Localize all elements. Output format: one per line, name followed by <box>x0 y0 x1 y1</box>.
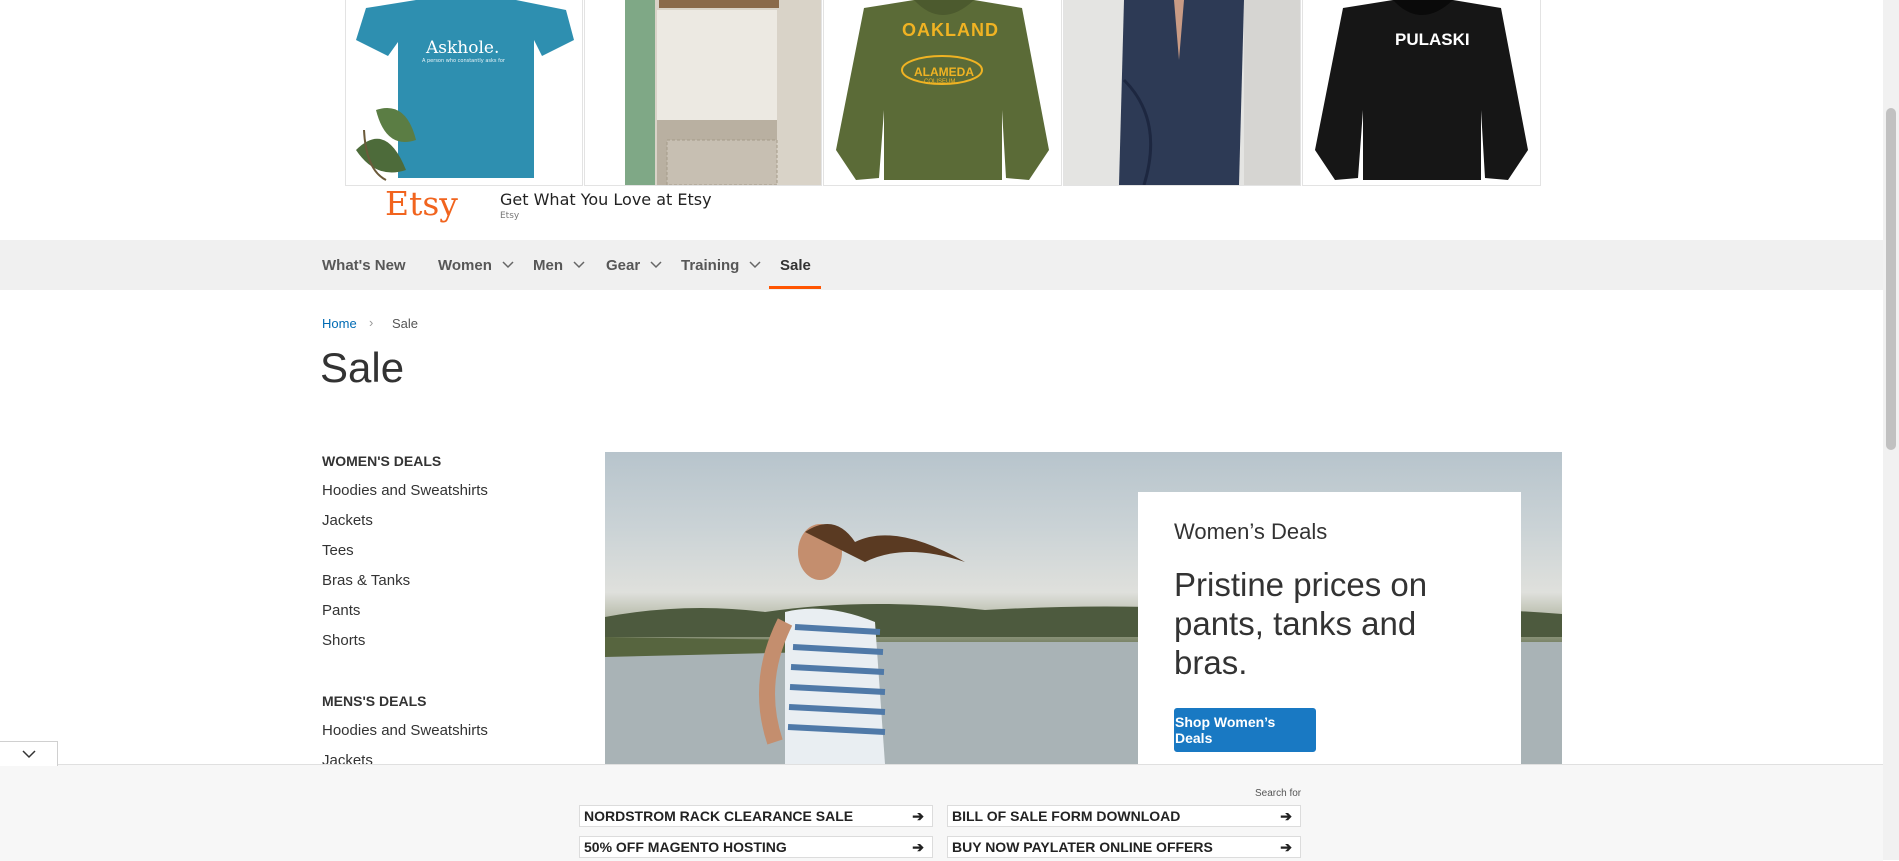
nav-label: Men <box>533 256 563 274</box>
arrow-right-icon: ➔ <box>912 807 924 824</box>
breadcrumb-current: Sale <box>392 316 419 331</box>
sidebar-link-womens-hoodies[interactable]: Hoodies and Sweatshirts <box>322 482 488 499</box>
nav-label: Women <box>438 256 492 274</box>
sidebar-link-womens-tees[interactable]: Tees <box>322 542 354 559</box>
nav-label: What's New <box>322 256 406 274</box>
tile-small-text: A person who constantly asks for <box>422 58 505 64</box>
sidebar-link-womens-jackets[interactable]: Jackets <box>322 512 373 529</box>
promo-title: Pristine prices on pants, tanks and bras… <box>1174 566 1428 681</box>
nav-item-training[interactable]: Training <box>681 240 762 290</box>
nav-label: Sale <box>780 256 811 274</box>
tile-text-3: COLISEUM <box>924 79 956 85</box>
sidebar-link-womens-pants[interactable]: Pants <box>322 602 360 619</box>
tile-text: PULASKI <box>1395 30 1470 49</box>
ad-link-label: 50% OFF MAGENTO HOSTING <box>584 839 787 855</box>
ad-link-label: BILL OF SALE FORM DOWNLOAD <box>952 808 1181 824</box>
chevron-down-icon <box>749 261 761 269</box>
shop-womens-deals-button[interactable]: Shop Women’s Deals <box>1174 708 1316 752</box>
page-title: Sale <box>320 344 405 391</box>
chevron-down-icon <box>21 750 36 759</box>
ad-product-askhole-tee[interactable]: Askhole. A person who constantly asks fo… <box>345 0 583 186</box>
etsy-logo[interactable]: Etsy <box>385 184 458 223</box>
scrollbar-thumb[interactable] <box>1886 108 1896 450</box>
collapse-ad-button[interactable] <box>0 741 58 766</box>
ad-link-label: BUY NOW PAYLATER ONLINE OFFERS <box>952 839 1213 855</box>
ad-link-nordstrom-rack[interactable]: NORDSTROM RACK CLEARANCE SALE ➔ <box>579 805 933 827</box>
robe-image <box>1064 0 1300 185</box>
arrow-right-icon: ➔ <box>1280 838 1292 855</box>
blue-tshirt-image <box>346 0 582 185</box>
ad-source: Etsy <box>500 211 520 221</box>
ad-link-label: NORDSTROM RACK CLEARANCE SALE <box>584 808 854 824</box>
ad-product-pulaski-hoodie[interactable]: PULASKI <box>1302 0 1541 186</box>
black-hoodie-image <box>1303 0 1540 185</box>
nav-item-whats-new[interactable]: What's New <box>322 240 406 290</box>
ad-product-robe[interactable] <box>1063 0 1301 186</box>
nav-item-men[interactable]: Men <box>533 240 586 290</box>
sidebar-link-mens-hoodies[interactable]: Hoodies and Sweatshirts <box>322 722 488 739</box>
promo-label: Women’s Deals <box>1174 519 1328 544</box>
breadcrumb-separator-icon: › <box>369 315 374 330</box>
nav-label: Gear <box>606 256 641 274</box>
nav-item-women[interactable]: Women <box>438 240 515 290</box>
womens-deals-heading: WOMEN'S DEALS <box>322 453 442 469</box>
chevron-down-icon <box>502 261 514 269</box>
sidebar-link-womens-shorts[interactable]: Shorts <box>322 632 365 649</box>
ad-product-kitchen-curtain[interactable] <box>584 0 822 186</box>
chevron-down-icon <box>650 261 662 269</box>
search-for-label: Search for <box>1255 788 1302 799</box>
mens-deals-heading: MENS'S DEALS <box>322 693 427 709</box>
main-navigation: What's New Women Men Gear Training Sale <box>0 240 1883 290</box>
arrow-right-icon: ➔ <box>912 838 924 855</box>
nav-item-gear[interactable]: Gear <box>606 240 663 290</box>
etsy-ad-banner[interactable]: Askhole. A person who constantly asks fo… <box>0 0 1883 240</box>
ad-link-magento-hosting[interactable]: 50% OFF MAGENTO HOSTING ➔ <box>579 836 933 858</box>
breadcrumb-home[interactable]: Home <box>322 316 357 331</box>
kitchen-curtain-image <box>585 0 821 185</box>
ad-link-paylater[interactable]: BUY NOW PAYLATER ONLINE OFFERS ➔ <box>947 836 1301 858</box>
ad-link-bill-of-sale[interactable]: BILL OF SALE FORM DOWNLOAD ➔ <box>947 805 1301 827</box>
sidebar-link-womens-bras-tanks[interactable]: Bras & Tanks <box>322 572 410 589</box>
search-ads-bar <box>0 764 1883 861</box>
tile-text-2: ALAMEDA <box>914 65 974 79</box>
tile-text: OAKLAND <box>902 20 999 40</box>
nav-item-sale[interactable]: Sale <box>780 240 811 290</box>
nav-label: Training <box>681 256 740 274</box>
arrow-right-icon: ➔ <box>1280 807 1292 824</box>
tile-text: Askhole. <box>426 38 500 58</box>
ad-product-oakland-hoodie[interactable]: OAKLAND ALAMEDA COLISEUM <box>823 0 1062 186</box>
chevron-down-icon <box>573 261 585 269</box>
active-nav-indicator <box>769 286 821 289</box>
ad-headline[interactable]: Get What You Love at Etsy <box>500 190 712 209</box>
